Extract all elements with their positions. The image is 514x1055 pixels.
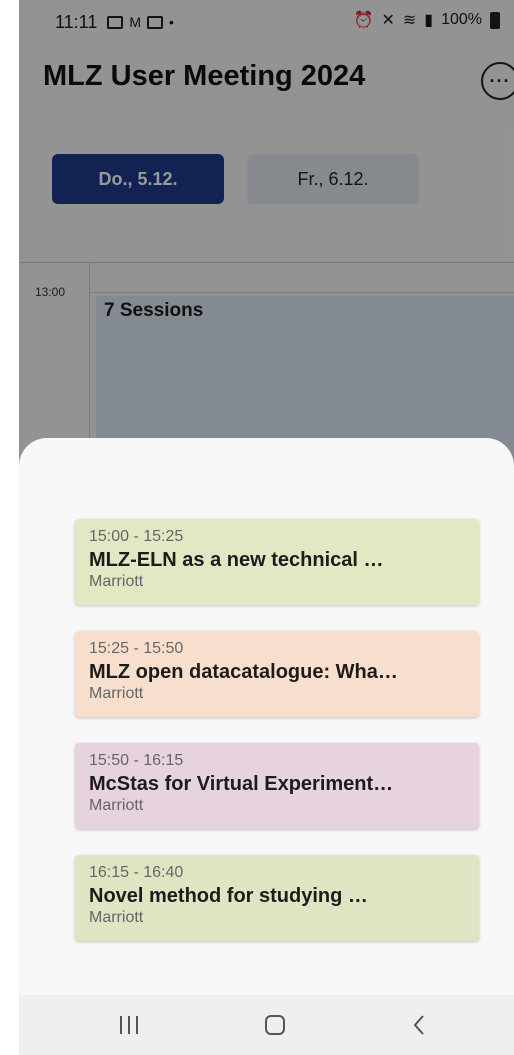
session-card[interactable]: 16:15 - 16:40 Novel method for studying … bbox=[75, 855, 479, 941]
session-time: 16:15 - 16:40 bbox=[89, 864, 184, 881]
back-icon[interactable] bbox=[389, 1007, 449, 1043]
session-card[interactable]: 15:25 - 15:50 MLZ open datacatalogue: Wh… bbox=[75, 631, 479, 717]
session-time: 15:25 - 15:50 bbox=[89, 640, 184, 657]
session-time: 15:50 - 16:15 bbox=[89, 752, 184, 769]
session-room: Marriott bbox=[89, 797, 144, 814]
session-room: Marriott bbox=[89, 685, 144, 702]
system-nav-bar bbox=[19, 995, 514, 1055]
recents-icon[interactable] bbox=[99, 1007, 159, 1043]
session-title: MLZ open datacatalogue: Wha… bbox=[89, 661, 398, 683]
session-title: MLZ-ELN as a new technical … bbox=[89, 549, 384, 571]
session-card[interactable]: 15:50 - 16:15 McStas for Virtual Experim… bbox=[75, 743, 479, 829]
session-room: Marriott bbox=[89, 573, 144, 590]
phone-screen: 11:11 M • ⏰ ✕ ≋ ▮ 100% MLZ User Meeting … bbox=[19, 0, 514, 1055]
session-time: 15:00 - 15:25 bbox=[89, 528, 184, 545]
session-title: Novel method for studying … bbox=[89, 885, 368, 907]
session-room: Marriott bbox=[89, 909, 144, 926]
bottom-sheet: 15:00 - 15:25 MLZ-ELN as a new technical… bbox=[19, 438, 514, 998]
home-icon[interactable] bbox=[245, 1007, 305, 1043]
session-title: McStas for Virtual Experiment… bbox=[89, 773, 394, 795]
session-card[interactable]: 15:00 - 15:25 MLZ-ELN as a new technical… bbox=[75, 519, 479, 605]
